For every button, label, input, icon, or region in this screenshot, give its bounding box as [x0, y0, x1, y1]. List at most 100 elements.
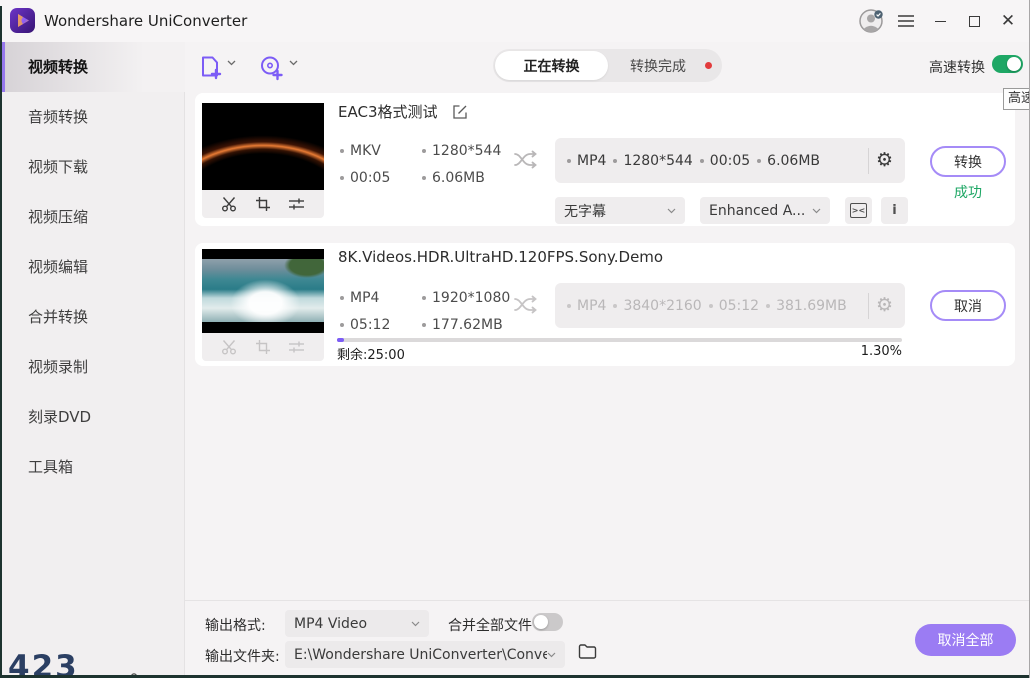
video-thumbnail[interactable]	[202, 249, 324, 333]
time-remaining: 剩余:25:00	[337, 344, 405, 363]
notification-dot	[705, 62, 712, 69]
effects-icon	[288, 340, 305, 354]
chevron-down-icon	[547, 652, 556, 658]
file-title-row: 8K.Videos.HDR.UltraHD.120FPS.Sony.Demo	[338, 248, 663, 266]
chevron-down-icon	[289, 60, 298, 66]
sidebar-item-video-edit[interactable]: 视频编辑	[0, 242, 185, 292]
source-size: 6.06MB	[422, 170, 485, 186]
output-summary: MP4 1280*544 00:05 6.06MB ⚙	[555, 138, 905, 183]
trim-icon	[221, 339, 238, 355]
source-resolution: 1280*544	[422, 143, 501, 159]
rename-icon[interactable]	[452, 104, 468, 120]
source-resolution: 1920*1080	[422, 290, 510, 306]
clip-toolbar	[202, 190, 324, 218]
target-format: MP4	[567, 298, 606, 314]
cancel-all-button[interactable]: 取消全部	[915, 624, 1016, 656]
progress-bar	[337, 338, 902, 342]
status-success: 成功	[930, 182, 1006, 202]
progress-percent: 1.30%	[795, 344, 902, 359]
window-controls: ✕	[858, 0, 1022, 42]
video-thumbnail[interactable]	[202, 103, 324, 190]
add-disc-icon	[258, 54, 285, 81]
convert-button[interactable]: 转换	[930, 146, 1006, 177]
convert-arrow-icon	[513, 293, 539, 317]
output-format-dropdown[interactable]: MP4 Video	[285, 610, 429, 637]
merge-all-toggle[interactable]	[532, 613, 563, 631]
merge-all-label: 合并全部文件	[448, 615, 532, 635]
source-duration: 05:12	[340, 317, 390, 333]
target-resolution: 1280*544	[613, 153, 692, 169]
progress-fill	[337, 338, 344, 342]
info-button[interactable]: i	[881, 197, 908, 224]
main-content: 正在转换 转换完成 高速转换 高速	[185, 42, 1030, 678]
tab-converting[interactable]: 正在转换	[495, 51, 608, 80]
chevron-down-icon	[227, 60, 236, 66]
close-button[interactable]: ✕	[994, 7, 1022, 35]
settings-gear-icon[interactable]: ⚙	[876, 151, 893, 170]
source-format: MKV	[340, 143, 381, 159]
output-folder-dropdown[interactable]: E:\Wondershare UniConverter\Converted	[285, 641, 565, 668]
effects-icon[interactable]	[288, 197, 305, 211]
sidebar: 视频转换 音频转换 视频下载 视频压缩 视频编辑 合并转换 视频录制 刻录DVD…	[0, 42, 185, 678]
status-tabs: 正在转换 转换完成	[493, 49, 722, 82]
task-row-1: EAC3格式测试 MKV 00:05 1280*544 6.06MB MP4	[195, 93, 1015, 226]
target-size: 381.69MB	[766, 298, 847, 314]
sidebar-item-burn-dvd[interactable]: 刻录DVD	[0, 392, 185, 442]
titlebar: Wondershare UniConverter	[0, 0, 1030, 42]
app-logo-icon	[10, 8, 35, 33]
target-format: MP4	[567, 153, 606, 169]
sidebar-item-video-download[interactable]: 视频下载	[0, 142, 185, 192]
chevron-down-icon	[667, 208, 676, 214]
file-title-row: EAC3格式测试	[338, 101, 468, 122]
add-files-button[interactable]	[197, 54, 236, 81]
footer-bar: 输出格式: MP4 Video 合并全部文件 输出文件夹: E:\Wonders…	[185, 600, 1030, 678]
target-size: 6.06MB	[757, 153, 820, 169]
clip-toolbar	[202, 333, 324, 361]
preview-compare-button[interactable]: ><	[845, 197, 872, 224]
fast-convert-toggle[interactable]	[992, 55, 1023, 73]
load-dvd-button[interactable]	[258, 54, 298, 81]
convert-arrow-icon	[513, 148, 539, 172]
subtitle-dropdown[interactable]: 无字幕	[555, 197, 685, 224]
sidebar-item-video-compress[interactable]: 视频压缩	[0, 192, 185, 242]
chevron-down-icon	[812, 208, 821, 214]
sidebar-item-merge-convert[interactable]: 合并转换	[0, 292, 185, 342]
settings-gear-icon: ⚙	[876, 296, 893, 315]
output-format-label: 输出格式:	[205, 615, 266, 635]
open-folder-icon[interactable]	[578, 643, 597, 659]
crop-icon[interactable]	[255, 196, 271, 212]
trim-icon[interactable]	[221, 196, 238, 212]
add-file-icon	[197, 54, 223, 81]
file-name: EAC3格式测试	[338, 101, 438, 122]
app-title: Wondershare UniConverter	[44, 0, 247, 42]
audio-track-dropdown[interactable]: Enhanced A...	[700, 197, 830, 224]
source-size: 177.62MB	[422, 317, 503, 333]
target-resolution: 3840*2160	[613, 298, 701, 314]
source-format: MP4	[340, 290, 379, 306]
sidebar-item-video-convert[interactable]: 视频转换	[0, 42, 185, 92]
fast-convert-tooltip: 高速	[1003, 88, 1030, 110]
maximize-button[interactable]	[960, 7, 988, 35]
fast-convert-label: 高速转换	[929, 57, 985, 77]
target-duration: 05:12	[709, 298, 759, 314]
sidebar-item-audio-convert[interactable]: 音频转换	[0, 92, 185, 142]
info-icon: i	[892, 203, 896, 218]
target-duration: 00:05	[700, 153, 750, 169]
source-duration: 00:05	[340, 170, 390, 186]
output-summary: MP4 3840*2160 05:12 381.69MB ⚙	[555, 283, 905, 328]
account-avatar[interactable]	[858, 7, 886, 35]
chevron-down-icon	[411, 621, 420, 627]
window-edge	[0, 6, 2, 678]
minimize-button[interactable]	[926, 7, 954, 35]
output-folder-label: 输出文件夹:	[205, 646, 280, 666]
menu-icon[interactable]	[892, 7, 920, 35]
sidebar-item-screen-record[interactable]: 视频录制	[0, 342, 185, 392]
sidebar-item-toolbox[interactable]: 工具箱	[0, 442, 185, 492]
app-window: Wondershare UniConverter	[0, 0, 1030, 678]
cancel-button[interactable]: 取消	[930, 290, 1006, 321]
crop-icon	[255, 339, 271, 355]
task-row-2: 8K.Videos.HDR.UltraHD.120FPS.Sony.Demo M…	[195, 243, 1015, 366]
tab-finished[interactable]: 转换完成	[615, 49, 701, 82]
file-name: 8K.Videos.HDR.UltraHD.120FPS.Sony.Demo	[338, 248, 663, 266]
compare-icon: ><	[850, 203, 867, 218]
